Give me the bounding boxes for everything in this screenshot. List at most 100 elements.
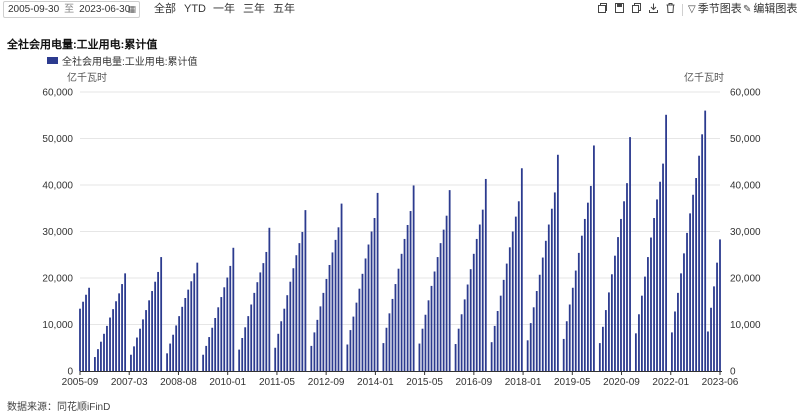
- bar: [358, 288, 361, 371]
- bar: [674, 311, 676, 371]
- bar: [292, 268, 295, 371]
- bar: [436, 257, 439, 371]
- bar: [454, 344, 457, 371]
- bar: [313, 332, 316, 371]
- bar: [79, 308, 81, 371]
- bar: [253, 292, 256, 371]
- bar: [274, 347, 277, 371]
- y-tick-label-right: 0: [730, 367, 736, 378]
- bar: [220, 297, 223, 371]
- bar: [145, 310, 147, 371]
- bar: [376, 192, 379, 371]
- bar: [463, 299, 466, 371]
- bar: [322, 292, 325, 371]
- bar: [97, 349, 99, 371]
- bar: [689, 213, 691, 371]
- bar: [355, 302, 358, 371]
- bar: [502, 279, 505, 371]
- bar: [478, 224, 481, 371]
- y-tick-label-left: 40,000: [42, 181, 73, 192]
- x-tick-label: 2005-09: [62, 377, 99, 388]
- bar: [259, 272, 262, 371]
- bar: [556, 154, 559, 371]
- bar: [229, 265, 232, 371]
- bar: [472, 253, 475, 371]
- bar: [325, 278, 328, 371]
- bar: [250, 304, 253, 371]
- bar: [277, 333, 280, 371]
- bar: [403, 238, 406, 371]
- bar: [166, 353, 168, 371]
- bar: [629, 137, 631, 371]
- bar: [547, 224, 550, 371]
- bar: [608, 292, 610, 371]
- bar: [698, 155, 700, 371]
- bar: [469, 269, 472, 371]
- y-tick-label-right: 30,000: [730, 227, 761, 238]
- bar: [214, 317, 217, 371]
- bar: [139, 328, 141, 371]
- bar: [310, 345, 313, 371]
- bar: [695, 178, 698, 371]
- bar: [647, 257, 649, 371]
- bar: [394, 284, 397, 371]
- bar: [286, 295, 289, 371]
- bar: [508, 247, 511, 371]
- bar: [535, 291, 538, 371]
- bar: [623, 201, 625, 371]
- bar: [602, 326, 604, 371]
- bar: [232, 247, 235, 371]
- bar: [638, 314, 640, 371]
- bar: [553, 192, 556, 371]
- bar: [385, 327, 388, 371]
- y-tick-label-left: 20,000: [42, 274, 73, 285]
- bar: [418, 343, 421, 371]
- bar: [124, 273, 127, 371]
- bar: [460, 314, 463, 371]
- bar: [713, 286, 715, 371]
- bar: [241, 337, 244, 371]
- bar: [133, 346, 135, 371]
- x-tick-label: 2015-05: [406, 377, 443, 388]
- bar: [671, 332, 673, 371]
- bar-chart: 0 0 10,000 10,000 20,000 20,000 30,000 30,000 40…: [42, 88, 761, 389]
- bar: [686, 232, 688, 371]
- bar: [118, 293, 120, 371]
- bar: [701, 134, 704, 371]
- bar: [349, 330, 352, 371]
- bar: [484, 178, 487, 371]
- bar: [562, 338, 565, 371]
- bar: [650, 237, 652, 371]
- x-tick-label: 2008-08: [160, 377, 197, 388]
- bar: [448, 190, 451, 371]
- x-tick-label: 2020-09: [603, 377, 640, 388]
- bar: [130, 354, 132, 371]
- bar: [247, 316, 250, 371]
- bar: [256, 282, 259, 371]
- bar: [656, 199, 658, 371]
- bar: [589, 185, 592, 371]
- bar: [160, 257, 163, 371]
- x-tick-label: 2007-03: [111, 377, 148, 388]
- bar: [283, 308, 286, 371]
- bar: [169, 343, 172, 371]
- bar: [331, 252, 334, 371]
- bar: [205, 345, 208, 371]
- bar: [583, 218, 586, 371]
- bar: [433, 271, 436, 371]
- bar: [532, 307, 535, 371]
- bar: [346, 344, 349, 371]
- bar: [550, 208, 553, 371]
- bar: [617, 237, 619, 371]
- bar: [382, 343, 385, 371]
- bar: [217, 307, 220, 371]
- bar: [505, 263, 508, 371]
- bar: [154, 281, 157, 371]
- bar: [184, 298, 187, 371]
- bar: [541, 257, 544, 371]
- x-tick-label: 2010-01: [209, 377, 246, 388]
- bar: [223, 287, 226, 371]
- bar: [94, 357, 96, 371]
- bar: [496, 311, 499, 371]
- x-tick-label: 2018-01: [505, 377, 542, 388]
